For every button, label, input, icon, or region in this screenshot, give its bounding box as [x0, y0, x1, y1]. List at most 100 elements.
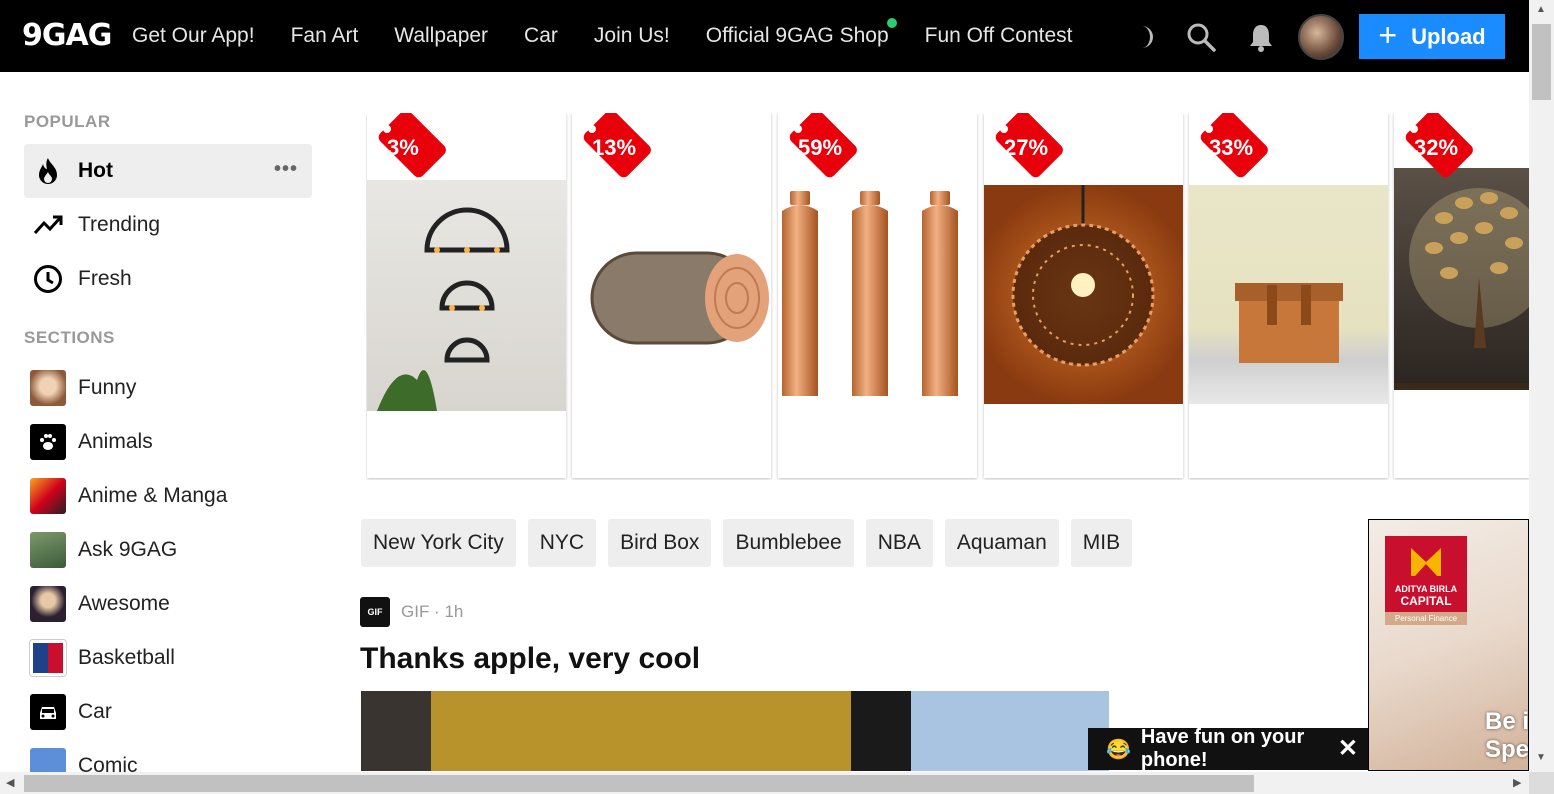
close-icon[interactable]: ✕: [1338, 734, 1358, 763]
nav-fan-art[interactable]: Fan Art: [291, 24, 359, 48]
sidebar-item-basketball[interactable]: Basketball: [24, 631, 312, 685]
scrollbar-corner: [1529, 772, 1554, 794]
vertical-scrollbar[interactable]: ▲ ▼: [1529, 0, 1554, 772]
sidebar-item-fresh[interactable]: Fresh: [24, 252, 312, 306]
discount-badge: 33%: [1193, 113, 1271, 180]
sidebar-item-label: Funny: [78, 376, 137, 399]
sidebar-item-label: Basketball: [78, 646, 175, 669]
sidebar-item-label: Animals: [78, 430, 153, 453]
advertisement[interactable]: ADITYA BIRLA CAPITAL Personal Finance Be…: [1368, 519, 1529, 771]
sidebar-item-funny[interactable]: Funny: [24, 361, 312, 415]
product-image: [1189, 185, 1388, 404]
post-meta-text[interactable]: GIF · 1h: [401, 602, 463, 622]
tag-chip[interactable]: NBA: [865, 519, 933, 567]
trending-icon: [30, 207, 66, 243]
product-image: [367, 180, 566, 411]
cloud-icon: [30, 748, 66, 772]
nav-wallpaper[interactable]: Wallpaper: [394, 24, 488, 48]
sidebar-item-ask-9gag[interactable]: Ask 9GAG: [24, 523, 312, 577]
top-nav: Get Our App! Fan Art Wallpaper Car Join …: [132, 18, 1108, 48]
gif-section-icon[interactable]: GIF: [360, 597, 390, 627]
nav-car[interactable]: Car: [524, 24, 558, 48]
funny-thumb: [30, 370, 66, 406]
sidebar-item-label: Hot: [78, 159, 113, 182]
nav-shop[interactable]: Official 9GAG Shop: [706, 18, 897, 48]
discount-badge: 3%: [371, 113, 449, 180]
car-icon: [30, 694, 66, 730]
awesome-thumb: [30, 586, 66, 622]
post-media[interactable]: [361, 691, 1109, 771]
product-card[interactable]: 59%: [778, 113, 977, 478]
logo[interactable]: 9GAG: [22, 18, 112, 53]
paw-icon: [30, 424, 66, 460]
post-meta: GIF GIF · 1h: [360, 597, 463, 627]
post-title[interactable]: Thanks apple, very cool: [360, 642, 700, 676]
avatar[interactable]: [1298, 14, 1344, 60]
nav-fun-off-contest[interactable]: Fun Off Contest: [925, 24, 1073, 48]
sidebar-item-label: Ask 9GAG: [78, 538, 178, 561]
moon-icon[interactable]: [1130, 22, 1160, 52]
product-image: [778, 191, 977, 401]
product-card[interactable]: 13%: [572, 113, 771, 478]
toast-text: Have fun on your phone!: [1140, 726, 1305, 771]
clock-icon: [30, 261, 66, 297]
sidebar-item-trending[interactable]: Trending: [24, 198, 312, 252]
trending-tags: New York City NYC Bird Box Bumblebee NBA…: [361, 519, 1133, 567]
tag-chip[interactable]: Aquaman: [944, 519, 1059, 567]
tag-chip[interactable]: New York City: [361, 519, 516, 567]
sidebar-item-label: Fresh: [78, 267, 132, 290]
product-card[interactable]: 27%: [984, 113, 1183, 478]
tag-chip[interactable]: Bird Box: [608, 519, 712, 567]
sidebar-item-label: Awesome: [78, 592, 170, 615]
new-indicator-dot: [886, 18, 897, 28]
sidebar-item-label: Trending: [78, 213, 161, 236]
upload-button[interactable]: + Upload: [1359, 14, 1505, 59]
sidebar-item-animals[interactable]: Animals: [24, 415, 312, 469]
ad-text: Be i Spe: [1485, 708, 1529, 763]
anime-thumb: [30, 478, 66, 514]
product-card[interactable]: 3%: [367, 113, 566, 478]
fire-icon: [30, 153, 66, 189]
scroll-down-arrow-icon[interactable]: ▼: [1536, 752, 1546, 763]
scroll-left-arrow-icon[interactable]: ◀: [6, 776, 14, 789]
sections-title: SECTIONS: [24, 328, 115, 347]
plus-icon: +: [1378, 17, 1398, 53]
top-bar: 9GAG Get Our App! Fan Art Wallpaper Car …: [0, 0, 1529, 72]
product-image: [572, 223, 771, 373]
tag-chip[interactable]: NYC: [527, 519, 597, 567]
sidebar-item-label: Car: [78, 700, 112, 723]
more-icon[interactable]: •••: [274, 158, 298, 181]
discount-badge: 13%: [576, 113, 654, 180]
discount-badge: 59%: [782, 113, 860, 180]
nav-get-app[interactable]: Get Our App!: [132, 24, 255, 48]
sidebar-item-hot[interactable]: Hot •••: [24, 144, 312, 198]
product-card[interactable]: 32%: [1394, 113, 1529, 478]
search-icon[interactable]: [1186, 22, 1216, 52]
sidebar-item-car[interactable]: Car: [24, 685, 312, 739]
product-image: [1394, 168, 1529, 390]
app-promo-toast[interactable]: 😂 Have fun on your phone! ✕: [1088, 726, 1368, 771]
horizontal-scrollbar[interactable]: ◀ ▶: [0, 772, 1554, 794]
discount-badge: 32%: [1398, 113, 1476, 180]
sidebar-item-awesome[interactable]: Awesome: [24, 577, 312, 631]
product-carousel: 3% 13% 59% 27% 33% 32%: [366, 113, 1529, 480]
popular-title: POPULAR: [24, 112, 111, 131]
scroll-right-arrow-icon[interactable]: ▶: [1513, 776, 1521, 789]
nba-icon: [29, 639, 67, 677]
tag-chip[interactable]: MIB: [1070, 519, 1133, 567]
ad-logo: ADITYA BIRLA CAPITAL Personal Finance: [1385, 536, 1467, 625]
sidebar-item-label: Anime & Manga: [78, 484, 228, 507]
nav-join-us[interactable]: Join Us!: [594, 24, 670, 48]
scroll-thumb[interactable]: [1532, 24, 1551, 100]
laughing-emoji-icon: 😂: [1106, 738, 1131, 761]
product-image: [984, 185, 1183, 404]
sidebar-item-anime-manga[interactable]: Anime & Manga: [24, 469, 312, 523]
tag-chip[interactable]: Bumblebee: [723, 519, 854, 567]
product-card[interactable]: 33%: [1189, 113, 1388, 478]
scroll-up-arrow-icon[interactable]: ▲: [1536, 4, 1546, 15]
sidebar: POPULAR Hot ••• Trending Fresh SECTIONS …: [0, 72, 330, 772]
bell-icon[interactable]: [1246, 22, 1276, 52]
scroll-thumb[interactable]: [24, 775, 1254, 792]
sidebar-item-comic[interactable]: Comic: [24, 739, 312, 772]
discount-badge: 27%: [988, 113, 1066, 180]
